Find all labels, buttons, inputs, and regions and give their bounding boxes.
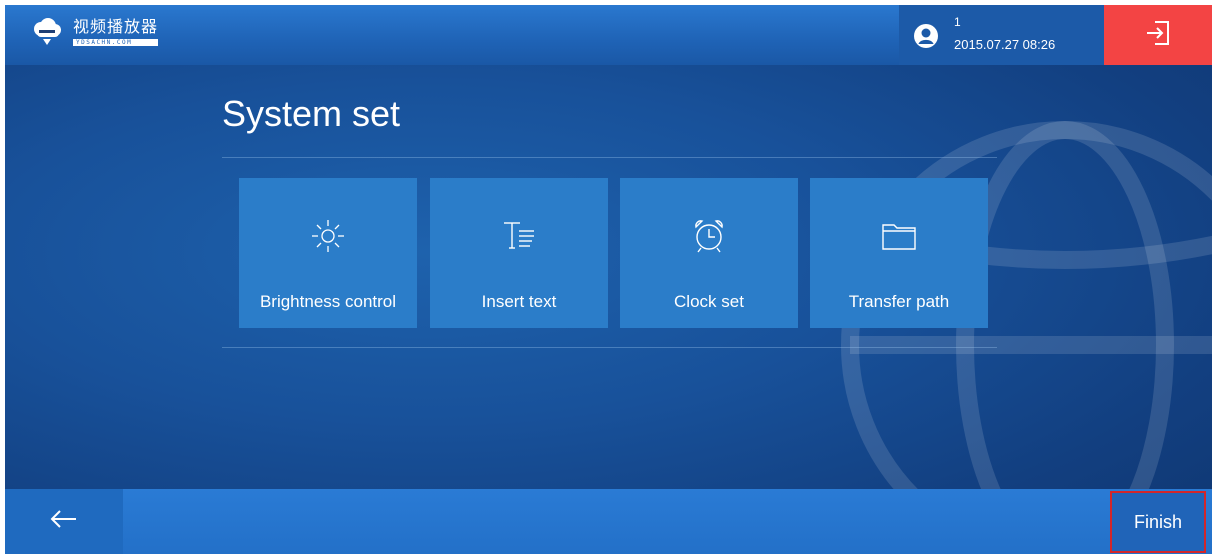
back-button[interactable] (5, 489, 123, 554)
back-arrow-icon (49, 509, 79, 534)
page-title: System set (222, 93, 401, 134)
clock-set-tile[interactable]: Clock set (620, 178, 798, 328)
logo-subtext: YDSACHN.COM (73, 39, 159, 46)
tile-label: Brightness control (259, 292, 397, 311)
user-number: 1 (954, 15, 961, 29)
brightness-icon (308, 216, 348, 256)
tile-label: Insert text (481, 292, 557, 311)
top-bar: 视频播放器 YDSACHN.COM 1 2015.07.27 08:26 (5, 5, 1212, 65)
cloud-logo-icon (31, 17, 63, 47)
brightness-control-tile[interactable]: Brightness control (239, 178, 417, 328)
insert-text-tile[interactable]: Insert text (430, 178, 608, 328)
divider-bottom (222, 347, 997, 348)
transfer-path-tile[interactable]: Transfer path (810, 178, 988, 328)
bottom-bar: Finish (5, 489, 1212, 554)
folder-icon (879, 216, 919, 256)
divider-top (222, 157, 997, 158)
datetime: 2015.07.27 08:26 (954, 37, 1056, 52)
alarm-clock-icon (689, 216, 729, 256)
tile-label: Transfer path (848, 292, 950, 311)
app-title: 视频播放器 (73, 17, 159, 36)
exit-icon (1143, 18, 1173, 53)
finish-button[interactable]: Finish (1110, 491, 1206, 553)
exit-button[interactable] (1104, 5, 1212, 65)
insert-text-icon (499, 216, 539, 256)
app-logo: 视频播放器 YDSACHN.COM (31, 17, 159, 47)
user-info: 1 2015.07.27 08:26 (899, 5, 1104, 65)
tile-label: Clock set (674, 292, 744, 311)
user-icon (913, 23, 939, 49)
app-frame: 视频播放器 YDSACHN.COM 1 2015.07.27 08:26 Sys… (5, 5, 1212, 554)
